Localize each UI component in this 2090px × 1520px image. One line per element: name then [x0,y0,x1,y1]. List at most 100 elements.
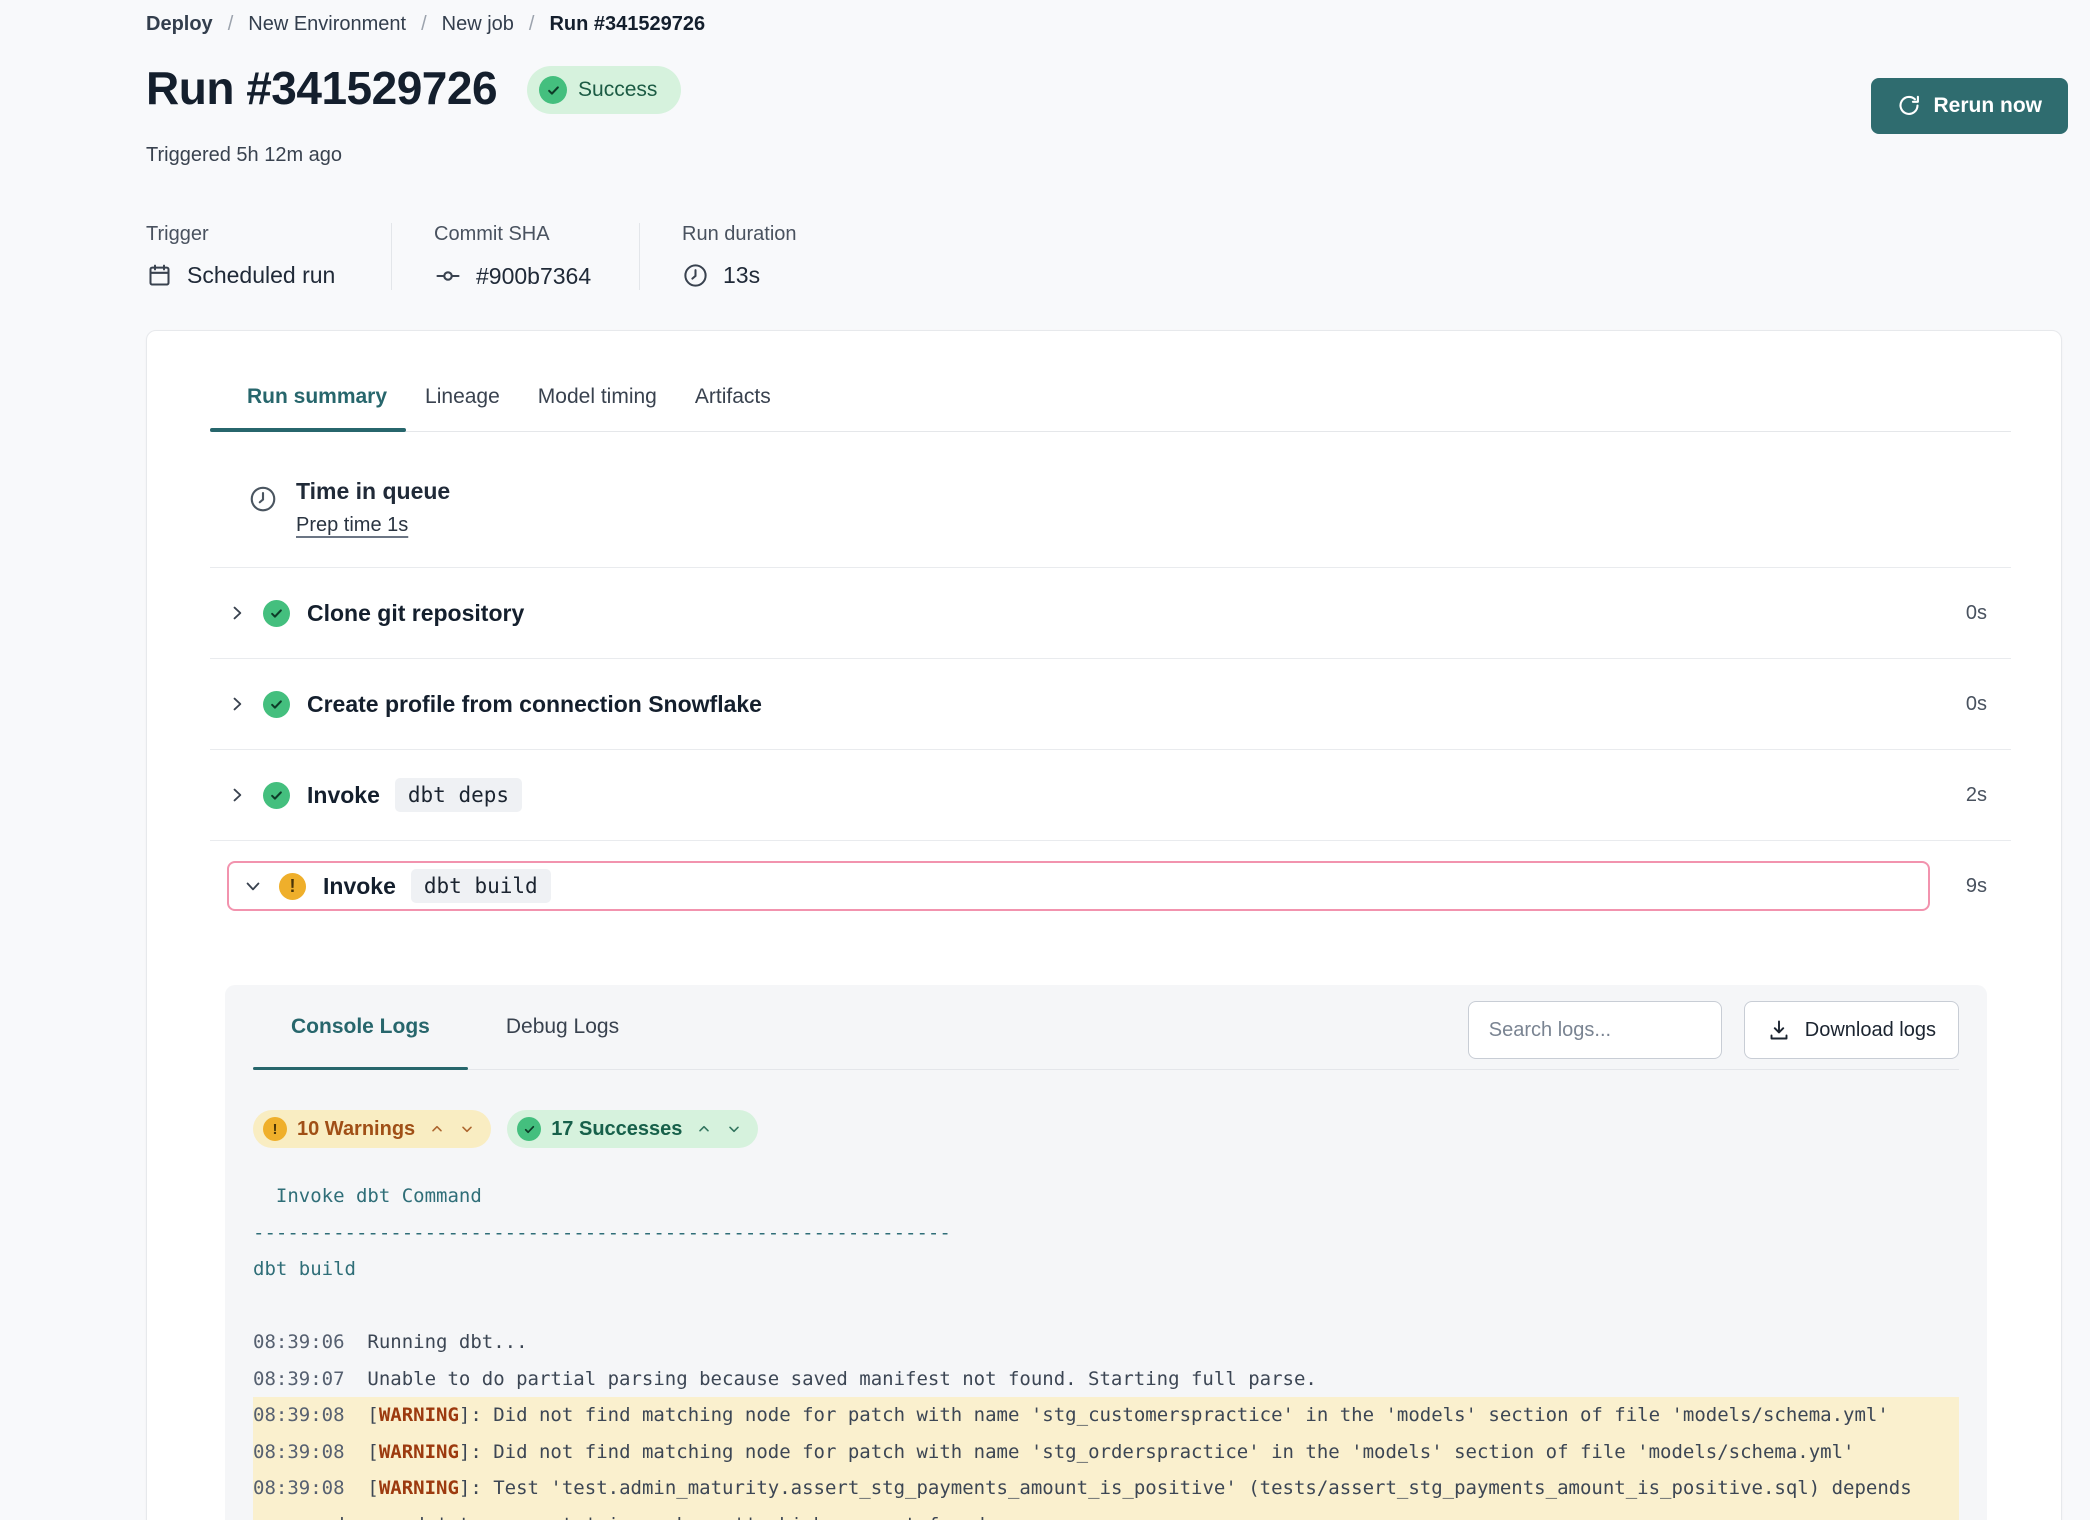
search-logs-input[interactable] [1468,1001,1722,1059]
console-log-output: Invoke dbt Command ----------------------… [253,1178,1959,1520]
step-duration: 2s [1966,784,1987,807]
chevron-right-icon[interactable] [227,694,247,714]
prep-time-link[interactable]: Prep time 1s [296,514,408,537]
log-message: on a node named 'stg_payments' in packag… [253,1514,985,1520]
download-icon [1767,1018,1791,1042]
rerun-now-label: Rerun now [1934,94,2043,118]
tab-console-logs[interactable]: Console Logs [253,987,468,1069]
log-panel: Console Logs Debug Logs Download logs ! [225,985,1987,1520]
step-duration: 9s [1966,875,1987,898]
log-message: Invoke dbt Command [253,1185,482,1207]
step-row-content: ! Invoke dbt deps [227,778,1966,812]
meta-commit-value: #900b7364 [476,263,591,290]
warning-icon: ! [263,1117,287,1141]
tab-model-timing[interactable]: Model timing [519,371,676,431]
step-title: Invoke [307,782,380,809]
meta-duration-label: Run duration [682,223,797,246]
log-badges: ! 10 Warnings 17 Successes [253,1110,1959,1148]
chevron-up-icon[interactable] [429,1121,445,1137]
log-message: ]: Test 'test.admin_maturity.assert_stg_… [459,1477,1912,1499]
step-duration: 0s [1966,602,1987,625]
status-badge: Success [527,66,681,114]
step-row-content: ! Clone git repository [227,600,1966,627]
log-timestamp: 08:39:07 [253,1368,345,1390]
breadcrumb-deploy[interactable]: Deploy [146,10,213,38]
log-timestamp: 08:39:08 [253,1477,345,1499]
log-controls: Download logs [1468,1001,1959,1059]
warning-label: WARNING [379,1477,459,1499]
warning-label: WARNING [379,1441,459,1463]
success-check-icon [517,1117,541,1141]
meta-run-duration: Run duration 13s [639,223,849,290]
step-row-content: ! Invoke dbt build [227,861,1930,911]
step-row[interactable]: ! Create profile from connection Snowfla… [210,659,2011,750]
log-header: Console Logs Debug Logs Download logs [253,985,1959,1070]
meta-commit-label: Commit SHA [434,223,587,246]
success-check-icon [539,76,567,104]
step-status-icon: ! [263,691,290,718]
clock-icon [248,484,278,537]
step-title: Invoke [323,873,396,900]
step-row-content: ! Create profile from connection Snowfla… [227,691,1966,718]
step-list: ! Clone git repository 0s ! Create profi… [210,568,2011,937]
warnings-badge[interactable]: ! 10 Warnings [253,1110,491,1148]
page-header: Run #341529726 Success Rerun now [146,62,2068,134]
tab-lineage[interactable]: Lineage [406,371,519,431]
step-status-icon: ! [279,873,306,900]
run-meta: Trigger Scheduled run Commit SHA #900b73… [146,223,2068,290]
log-line: 08:39:06 Running dbt... [253,1324,1959,1361]
tab-run-summary[interactable]: Run summary [210,371,406,431]
log-message: ]: Did not find matching node for patch … [459,1441,1855,1463]
log-message: dbt build [253,1258,356,1280]
tab-debug-logs[interactable]: Debug Logs [468,987,657,1069]
meta-duration-value: 13s [723,262,760,289]
download-logs-label: Download logs [1805,1019,1936,1042]
step-duration: 0s [1966,693,1987,716]
chevron-down-icon[interactable] [243,876,263,896]
breadcrumb-new-job[interactable]: New job [442,10,514,38]
log-line: 08:39:08[WARNING]: Did not find matching… [253,1434,1959,1471]
log-line: 08:39:07 Unable to do partial parsing bec… [253,1361,1959,1398]
chevron-down-icon[interactable] [726,1121,742,1137]
step-row[interactable]: ! Invoke dbt deps 2s [210,750,2011,841]
run-tabs: Run summary Lineage Model timing Artifac… [210,331,2011,432]
refresh-icon [1897,94,1921,118]
log-line: ----------------------------------------… [253,1215,1959,1252]
log-line: dbt build [253,1251,1959,1288]
warning-label: WARNING [379,1404,459,1426]
run-page: Deploy / New Environment / New job / Run… [0,0,2090,1520]
log-message [253,1295,264,1317]
run-summary-card: Run summary Lineage Model timing Artifac… [146,330,2062,1520]
meta-trigger-label: Trigger [146,223,339,246]
time-in-queue-section: Time in queue Prep time 1s [210,432,2011,568]
log-timestamp: 08:39:06 [253,1331,345,1353]
chevron-right-icon[interactable] [227,603,247,623]
successes-badge[interactable]: 17 Successes [507,1110,758,1148]
breadcrumb-new-environment[interactable]: New Environment [248,10,406,38]
chevron-up-icon[interactable] [696,1121,712,1137]
status-badge-label: Success [578,78,657,102]
log-timestamp: 08:39:08 [253,1441,345,1463]
triggered-timestamp: Triggered 5h 12m ago [146,144,2068,167]
breadcrumb-separator: / [228,10,234,38]
time-in-queue-title: Time in queue [296,478,450,505]
step-row[interactable]: ! Clone git repository 0s [210,568,2011,659]
breadcrumb: Deploy / New Environment / New job / Run… [146,10,2068,38]
page-title: Run #341529726 [146,62,497,114]
rerun-now-button[interactable]: Rerun now [1871,78,2069,134]
tab-artifacts[interactable]: Artifacts [676,371,790,431]
commit-icon [434,262,462,290]
log-message: Running dbt... [367,1331,527,1353]
warnings-badge-label: 10 Warnings [297,1118,415,1141]
download-logs-button[interactable]: Download logs [1744,1001,1959,1059]
log-message: ----------------------------------------… [253,1222,951,1244]
step-row[interactable]: ! Invoke dbt build 9s [210,841,2011,937]
chevron-right-icon[interactable] [227,785,247,805]
log-message: Unable to do partial parsing because sav… [367,1368,1316,1390]
breadcrumb-separator: / [421,10,427,38]
chevron-down-icon[interactable] [459,1121,475,1137]
step-command-chip: dbt build [411,869,551,903]
step-status-icon: ! [263,600,290,627]
breadcrumb-separator: / [529,10,535,38]
log-message: ]: Did not find matching node for patch … [459,1404,1889,1426]
